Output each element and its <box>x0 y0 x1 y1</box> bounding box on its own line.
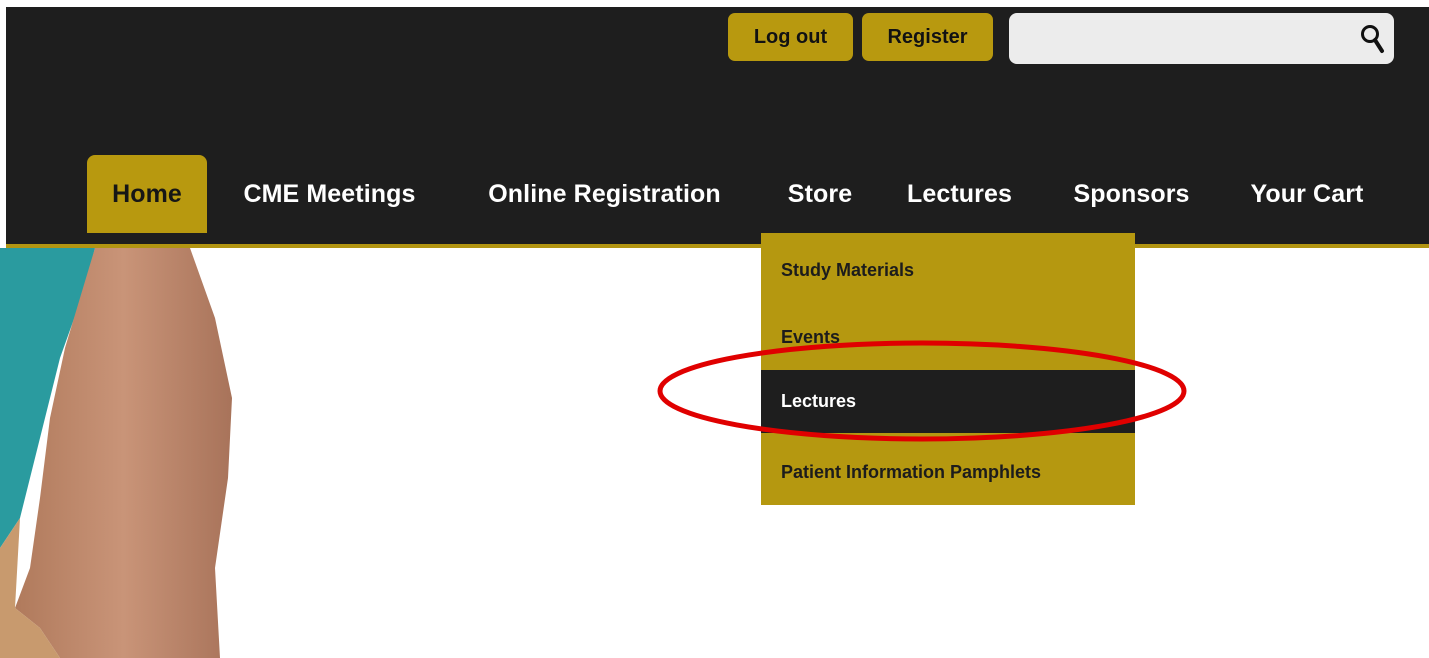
register-button[interactable]: Register <box>862 13 993 61</box>
nav-cme-meetings[interactable]: CME Meetings <box>229 155 430 233</box>
search-box <box>1009 13 1394 64</box>
nav-lectures[interactable]: Lectures <box>895 155 1024 233</box>
nav-store[interactable]: Store <box>779 155 861 233</box>
nav-online-registration[interactable]: Online Registration <box>469 155 740 233</box>
nav-sponsors[interactable]: Sponsors <box>1061 155 1202 233</box>
store-dropdown-menu: Study Materials Events Lectures Patient … <box>761 233 1135 505</box>
logout-button[interactable]: Log out <box>728 13 853 61</box>
dropdown-item-study-materials[interactable]: Study Materials <box>761 237 1135 303</box>
dropdown-item-lectures[interactable]: Lectures <box>761 370 1135 436</box>
nav-your-cart[interactable]: Your Cart <box>1239 155 1375 233</box>
search-input[interactable] <box>1021 21 1345 58</box>
search-icon[interactable] <box>1360 24 1386 54</box>
dropdown-item-events[interactable]: Events <box>761 304 1135 370</box>
hero-photo <box>0 248 232 658</box>
nav-home[interactable]: Home <box>87 155 207 233</box>
dropdown-item-patient-information-pamphlets[interactable]: Patient Information Pamphlets <box>761 439 1135 505</box>
